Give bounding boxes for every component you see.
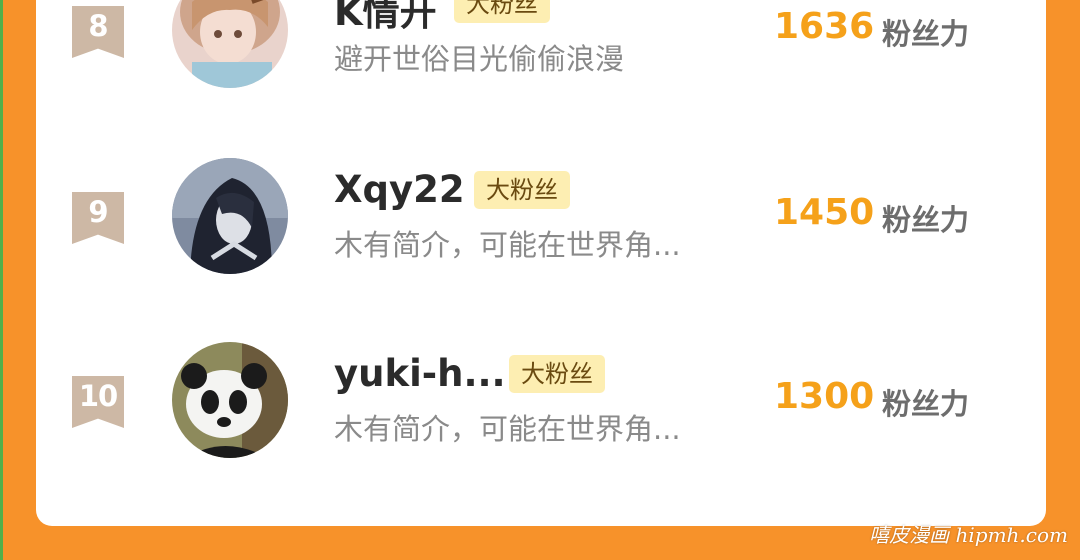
user-name[interactable]: yuki-h... [334, 352, 506, 395]
fan-level-badge: 大粉丝 [474, 171, 570, 209]
fan-score-unit: 粉丝力 [882, 203, 970, 237]
rank-badge: 8 [72, 6, 124, 58]
user-name[interactable]: Xqy22 [334, 168, 465, 211]
rank-number: 8 [88, 9, 108, 43]
avatar[interactable] [172, 0, 288, 88]
fan-ranking-card: 8 K情开 大粉丝 避开世俗目光偷偷浪漫 1636 粉丝力 9 Xqy22 大粉… [36, 0, 1046, 526]
fan-level-badge: 大粉丝 [454, 0, 550, 23]
rank-number: 9 [88, 195, 108, 229]
list-item[interactable]: 8 K情开 大粉丝 避开世俗目光偷偷浪漫 1636 粉丝力 [36, 0, 1046, 90]
list-item[interactable]: 10 yuki-h... 大粉丝 木有简介，可能在世界角... 1300 粉丝力 [36, 340, 1046, 460]
list-item[interactable]: 9 Xqy22 大粉丝 木有简介，可能在世界角... 1450 粉丝力 [36, 156, 1046, 276]
user-bio: 木有简介，可能在世界角... [334, 228, 681, 262]
user-name[interactable]: K情开 [334, 0, 437, 36]
fan-score-unit: 粉丝力 [882, 17, 970, 51]
rank-badge: 10 [72, 376, 124, 428]
left-edge-accent [0, 0, 3, 560]
fan-score: 1636 [774, 6, 875, 47]
fan-score: 1450 [774, 192, 875, 233]
watermark-text: 嘻皮漫画 hipmh.com [869, 523, 1068, 547]
fan-level-badge: 大粉丝 [509, 355, 605, 393]
rank-number: 10 [78, 379, 118, 413]
user-bio: 木有简介，可能在世界角... [334, 412, 681, 446]
user-bio: 避开世俗目光偷偷浪漫 [334, 42, 625, 76]
rank-badge: 9 [72, 192, 124, 244]
fan-score: 1300 [774, 376, 875, 417]
avatar[interactable] [172, 342, 288, 458]
avatar[interactable] [172, 158, 288, 274]
fan-score-unit: 粉丝力 [882, 387, 970, 421]
